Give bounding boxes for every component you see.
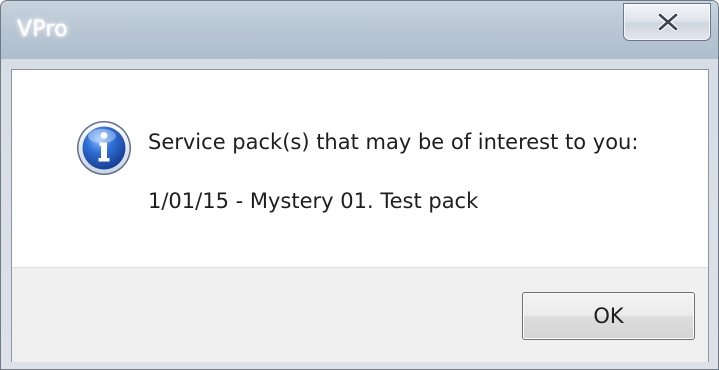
information-icon [77,121,131,175]
service-pack-detail: 1/01/15 - Mystery 01. Test pack [148,189,479,213]
window-title: VPro [17,17,68,42]
message-area: Service pack(s) that may be of interest … [12,70,708,267]
title-bar[interactable]: VPro [1,1,718,59]
dialog-body: Service pack(s) that may be of interest … [11,69,709,362]
message-text: Service pack(s) that may be of interest … [148,130,639,154]
ok-button[interactable]: OK [522,292,695,340]
close-x-icon [658,13,678,31]
dialog-window: VPro Service pack(s) that may be of inte… [0,0,719,370]
close-button[interactable] [623,3,711,41]
